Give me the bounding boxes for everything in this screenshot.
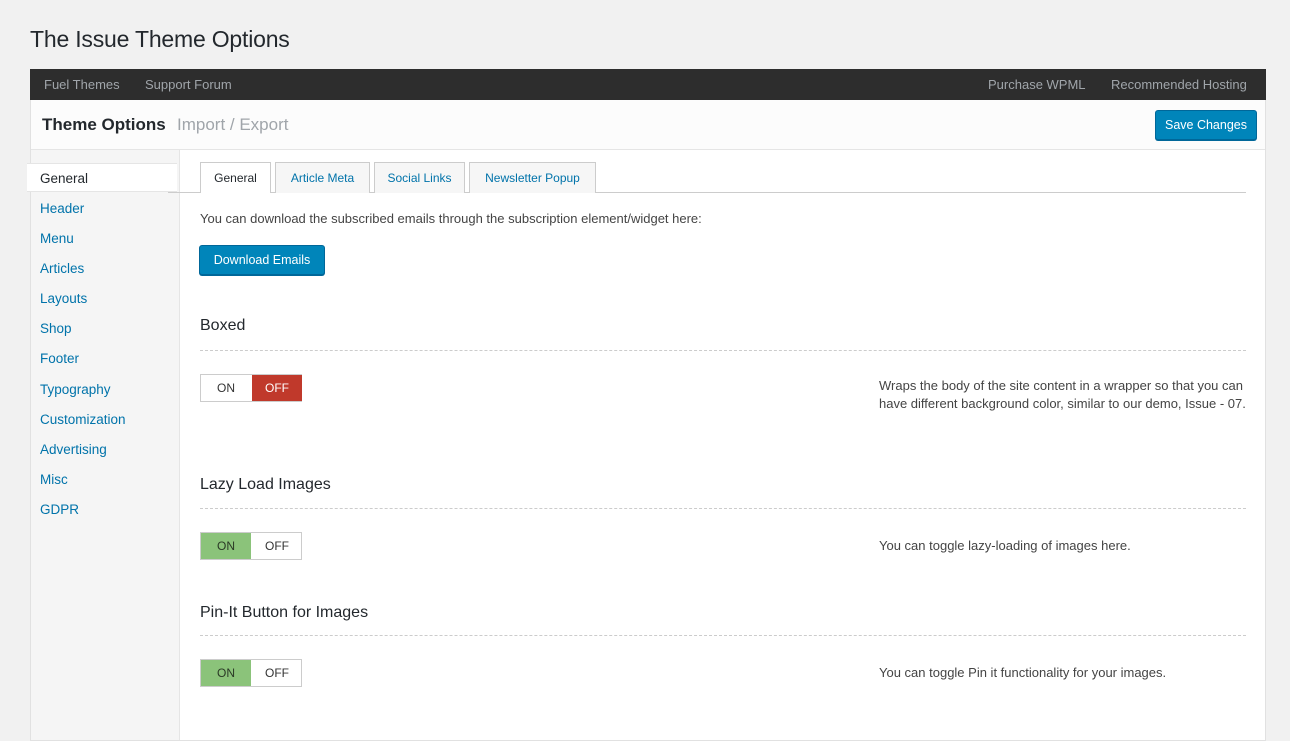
import-export-link[interactable]: Import / Export bbox=[177, 115, 288, 135]
sidebar-item-shop[interactable]: Shop bbox=[40, 321, 72, 336]
lazy-load-on-option[interactable]: ON bbox=[201, 533, 251, 559]
sidebar-item-articles[interactable]: Articles bbox=[40, 261, 84, 276]
support-forum-link[interactable]: Support Forum bbox=[145, 77, 232, 92]
save-changes-button[interactable]: Save Changes bbox=[1155, 110, 1257, 140]
boxed-toggle[interactable]: ON OFF bbox=[200, 374, 302, 402]
tab-newsletter-popup[interactable]: Newsletter Popup bbox=[469, 162, 596, 193]
lazy-load-off-option[interactable]: OFF bbox=[252, 533, 302, 559]
divider bbox=[200, 508, 1246, 509]
fuel-themes-link[interactable]: Fuel Themes bbox=[44, 77, 120, 92]
lazy-load-title: Lazy Load Images bbox=[200, 476, 331, 493]
pin-it-toggle[interactable]: ON OFF bbox=[200, 659, 302, 687]
sidebar-item-general[interactable]: General bbox=[27, 163, 177, 192]
sidebar-item-advertising[interactable]: Advertising bbox=[40, 442, 107, 457]
panel-header: Theme Options Import / Export Save Chang… bbox=[31, 100, 1265, 150]
boxed-on-option[interactable]: ON bbox=[201, 375, 251, 401]
download-emails-button[interactable]: Download Emails bbox=[199, 245, 325, 275]
download-description: You can download the subscribed emails t… bbox=[200, 211, 702, 226]
divider bbox=[200, 635, 1246, 636]
options-panel: Theme Options Import / Export Save Chang… bbox=[27, 100, 1266, 741]
recommended-hosting-link[interactable]: Recommended Hosting bbox=[1111, 77, 1247, 92]
boxed-off-option[interactable]: OFF bbox=[252, 375, 302, 401]
tab-social-links[interactable]: Social Links bbox=[374, 162, 465, 193]
sidebar-item-footer[interactable]: Footer bbox=[40, 351, 79, 366]
sidebar-item-misc[interactable]: Misc bbox=[40, 472, 68, 487]
boxed-description: Wraps the body of the site content in a … bbox=[879, 378, 1246, 411]
panel-title: Theme Options bbox=[42, 115, 166, 134]
sidebar-item-header[interactable]: Header bbox=[40, 201, 84, 216]
boxed-title: Boxed bbox=[200, 317, 246, 334]
lazy-load-toggle[interactable]: ON OFF bbox=[200, 532, 302, 560]
tab-article-meta[interactable]: Article Meta bbox=[275, 162, 370, 193]
tab-general[interactable]: General bbox=[200, 162, 271, 193]
pin-it-off-option[interactable]: OFF bbox=[252, 660, 302, 686]
pin-it-on-option[interactable]: ON bbox=[201, 660, 251, 686]
pin-it-title: Pin-It Button for Images bbox=[200, 604, 369, 621]
purchase-wpml-link[interactable]: Purchase WPML bbox=[988, 77, 1086, 92]
sidebar-item-gdpr[interactable]: GDPR bbox=[40, 502, 79, 517]
pin-it-description: You can toggle Pin it functionality for … bbox=[879, 665, 1167, 680]
page-title: The Issue Theme Options bbox=[30, 26, 290, 52]
lazy-load-description: You can toggle lazy-loading of images he… bbox=[879, 538, 1131, 553]
sidebar-item-customization[interactable]: Customization bbox=[40, 412, 126, 427]
top-nav-bar: Fuel Themes Support Forum Purchase WPML … bbox=[30, 69, 1266, 100]
sidebar-item-layouts[interactable]: Layouts bbox=[40, 291, 87, 306]
sidebar: General Header Menu Articles Layouts Sho… bbox=[27, 150, 180, 740]
sidebar-item-typography[interactable]: Typography bbox=[40, 382, 111, 397]
divider bbox=[200, 350, 1246, 351]
sidebar-item-menu[interactable]: Menu bbox=[40, 231, 74, 246]
